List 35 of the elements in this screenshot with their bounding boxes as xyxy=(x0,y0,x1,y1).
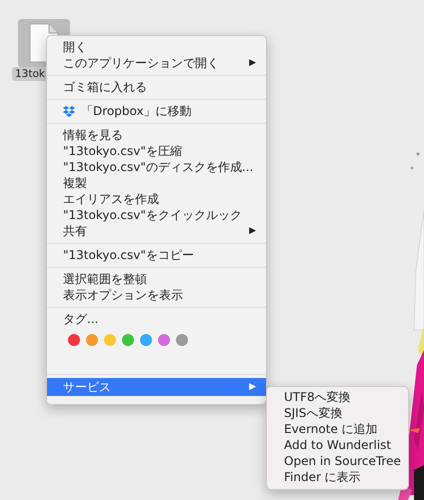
menu-item[interactable]: 情報を見る xyxy=(47,127,266,143)
box-icon xyxy=(63,106,75,116)
menu-item[interactable]: "13tokyo.csv"のディスクを作成... xyxy=(47,159,266,175)
menu-item[interactable]: 複製 xyxy=(47,175,266,191)
menu-item[interactable]: 表示オプションを表示 xyxy=(47,287,266,303)
submenu-arrow-icon: ▶ xyxy=(249,379,256,395)
submenu-arrow-icon: ▶ xyxy=(249,223,256,239)
menu-item[interactable]: タグ... xyxy=(47,311,266,327)
menu-item[interactable]: 「Dropbox」に移動 xyxy=(47,103,266,119)
tag-color-dot[interactable] xyxy=(86,334,98,346)
submenu-item[interactable]: Finder に表示 xyxy=(267,469,408,485)
submenu-item[interactable]: SJISへ変換 xyxy=(267,405,408,421)
menu-item[interactable]: "13tokyo.csv"を圧縮 xyxy=(47,143,266,159)
menu-item[interactable]: 共有 ▶ xyxy=(47,223,266,239)
tag-color-dot[interactable] xyxy=(158,334,170,346)
tag-color-dot[interactable] xyxy=(104,334,116,346)
tag-color-dot[interactable] xyxy=(140,334,152,346)
menu-item[interactable]: このアプリケーションで開く ▶ xyxy=(47,55,266,71)
tag-color-dot[interactable] xyxy=(122,334,134,346)
menu-item[interactable]: エイリアスを作成 xyxy=(47,191,266,207)
menu-item[interactable]: サービス ▶ xyxy=(47,378,266,396)
tag-color-dot[interactable] xyxy=(68,334,80,346)
submenu-item[interactable]: UTF8へ変換 xyxy=(267,389,408,405)
tag-color-dot[interactable] xyxy=(176,334,188,346)
submenu-item[interactable]: Evernote に追加 xyxy=(267,421,408,437)
menu-item[interactable]: ゴミ箱に入れる xyxy=(47,79,266,95)
menu-item[interactable]: "13tokyo.csv"をクイックルック xyxy=(47,207,266,223)
menu-item[interactable]: 選択範囲を整頓 xyxy=(47,271,266,287)
submenu-item[interactable]: Open in SourceTree xyxy=(267,453,408,469)
submenu-item[interactable]: Add to Wunderlist xyxy=(267,437,408,453)
file-name-label[interactable]: 13tok xyxy=(12,67,48,81)
menu-item[interactable]: "13tokyo.csv"をコピー xyxy=(47,247,266,263)
menu-item-label: 「Dropbox」に移動 xyxy=(81,103,192,119)
menu-item[interactable]: 開く xyxy=(47,39,266,55)
submenu-arrow-icon: ▶ xyxy=(249,55,256,71)
